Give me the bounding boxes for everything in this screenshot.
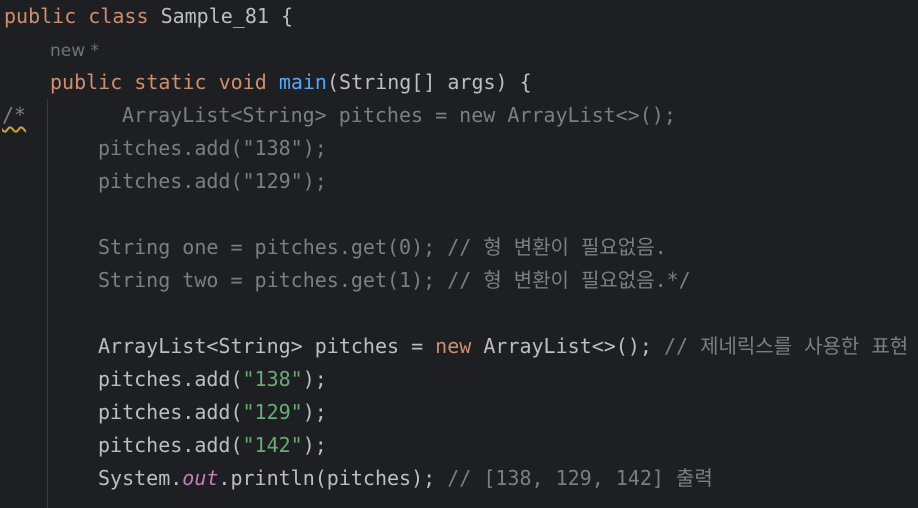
add-call: pitches.add( <box>98 433 243 457</box>
constructor-call: ArrayList<>(); <box>471 334 652 358</box>
code-line-class-declaration[interactable]: public class Sample_81 { <box>4 0 293 33</box>
commented-line[interactable]: String one = pitches.get(0); // 형 변환이 필요… <box>98 231 667 264</box>
commented-line[interactable]: pitches.add("129"); <box>98 165 327 198</box>
keyword-new: new <box>435 334 472 358</box>
code-line-add[interactable]: pitches.add("129"); <box>98 396 327 429</box>
keyword-static: static <box>134 70 207 94</box>
method-name-main: main <box>278 70 327 94</box>
code-line-arraylist-declaration[interactable]: ArrayList<String> pitches = new ArrayLis… <box>98 330 908 363</box>
keyword-class: class <box>88 4 149 28</box>
class-name: Sample_81 <box>160 4 269 28</box>
line-comment: // [138, 129, 142] 출력 <box>447 466 713 490</box>
code-line-println[interactable]: System.out.println(pitches); // [138, 12… <box>98 462 713 495</box>
commented-line[interactable]: String two = pitches.get(1); // 형 변환이 필요… <box>98 264 691 297</box>
println-call: .println(pitches); <box>218 466 448 490</box>
line-comment: // 제네릭스를 사용한 표현 <box>663 334 909 358</box>
code-editor[interactable]: /* public class Sample_81 { new * public… <box>0 0 918 508</box>
call-close: ); <box>302 400 327 424</box>
inlay-hint-new[interactable]: new * <box>50 41 99 61</box>
keyword-void: void <box>218 70 267 94</box>
add-call: pitches.add( <box>98 400 243 424</box>
code-line-main-declaration[interactable]: public static void main(String[] args) { <box>50 66 532 99</box>
code-line-inlay-hint: new * <box>50 33 99 66</box>
string-literal: "142" <box>242 433 303 457</box>
keyword-public: public <box>4 4 77 28</box>
system-class: System. <box>98 466 183 490</box>
main-params: (String[] args) { <box>326 70 532 94</box>
declaration-type: ArrayList<String> pitches = <box>98 334 436 358</box>
call-close: ); <box>302 367 327 391</box>
static-field-out: out <box>182 466 219 490</box>
block-comment-marker: /* <box>2 103 27 127</box>
keyword-public: public <box>50 70 123 94</box>
open-brace: { <box>280 4 294 28</box>
indent-guide <box>47 99 48 508</box>
string-literal: "129" <box>242 400 303 424</box>
commented-line[interactable]: pitches.add("138"); <box>98 132 327 165</box>
add-call: pitches.add( <box>98 367 243 391</box>
code-line-add[interactable]: pitches.add("142"); <box>98 429 327 462</box>
call-close: ); <box>302 433 327 457</box>
string-literal: "138" <box>242 367 303 391</box>
code-line-add[interactable]: pitches.add("138"); <box>98 363 327 396</box>
commented-line[interactable]: ArrayList<String> pitches = new ArrayLis… <box>122 99 676 132</box>
